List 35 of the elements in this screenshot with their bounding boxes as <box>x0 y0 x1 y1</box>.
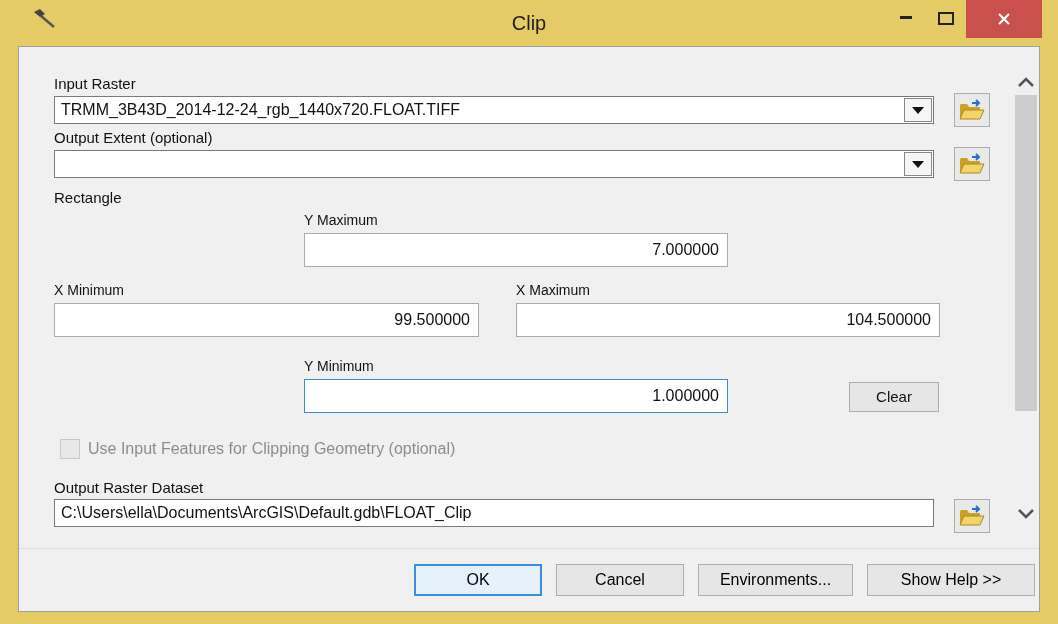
dialog-button[interactable]: Show Help >> <box>867 564 1035 596</box>
close-icon <box>998 13 1010 25</box>
number-field[interactable]: 104.500000 <box>516 303 940 337</box>
number-field[interactable]: 7.000000 <box>304 233 728 267</box>
browse-button[interactable] <box>954 93 990 127</box>
text-field[interactable]: C:\Users\ella\Documents\ArcGIS\Default.gdb\FLOAT_Clip <box>54 499 934 527</box>
browse-button[interactable] <box>954 147 990 181</box>
checkbox-label: Use Input Features for Clipping Geometry (optional) <box>88 439 456 459</box>
clear-button[interactable]: Clear <box>849 382 939 412</box>
field-label: Output Extent (optional) <box>54 129 214 147</box>
field-value: TRMM_3B43D_2014-12-24_rgb_1440x720.FLOAT.TIFF <box>61 100 461 120</box>
folder-icon <box>959 99 985 121</box>
scrollbar-thumb[interactable] <box>1015 95 1037 411</box>
dialog-button[interactable]: OK <box>414 564 542 596</box>
folder-icon <box>959 505 985 527</box>
number-field[interactable]: 99.500000 <box>54 303 479 337</box>
field-label: X Maximum <box>516 281 590 299</box>
dialog-button[interactable]: Environments... <box>698 564 853 596</box>
dropdown-field[interactable] <box>54 150 934 178</box>
field-label: Input Raster <box>54 75 137 93</box>
minimize-icon <box>900 16 912 20</box>
chevron-up-icon[interactable] <box>1018 77 1034 87</box>
dropdown-field[interactable]: TRMM_3B43D_2014-12-24_rgb_1440x720.FLOAT.TIFF <box>54 96 934 124</box>
field-label: Y Maximum <box>304 211 378 229</box>
section-label: Rectangle <box>54 189 123 207</box>
maximize-icon <box>938 11 954 25</box>
window-title: Clip <box>511 11 547 36</box>
chevron-down-icon[interactable] <box>1018 509 1034 519</box>
field-label: Y Minimum <box>304 357 374 375</box>
field-label: Output Raster Dataset <box>54 479 205 497</box>
browse-button[interactable] <box>954 499 990 533</box>
folder-icon <box>959 153 985 175</box>
number-field[interactable]: 1.000000 <box>304 379 728 413</box>
field-label: X Minimum <box>54 281 124 299</box>
dialog-button[interactable]: Cancel <box>556 564 684 596</box>
